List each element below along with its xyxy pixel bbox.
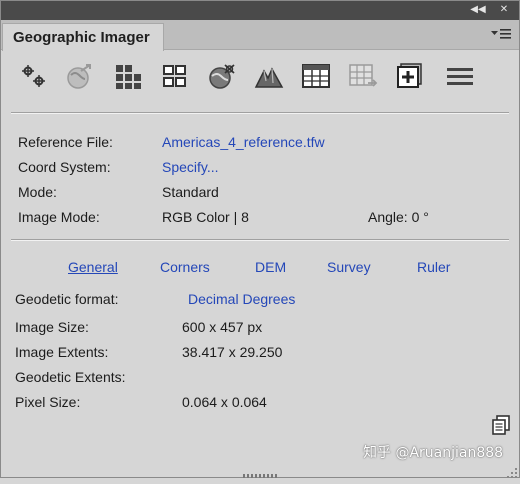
tab-dem[interactable]: DEM xyxy=(255,259,286,275)
geodetic-extents-label: Geodetic Extents: xyxy=(15,369,126,385)
georeference-points-icon[interactable] xyxy=(19,61,49,91)
geodetic-format-link[interactable]: Decimal Degrees xyxy=(188,291,295,307)
image-size-value: 600 x 457 px xyxy=(182,319,263,335)
image-size-label: Image Size: xyxy=(15,319,89,335)
tab-corners[interactable]: Corners xyxy=(160,259,210,275)
image-extents-label: Image Extents: xyxy=(15,344,109,360)
angle-value: Angle: 0 ° xyxy=(368,209,429,225)
watermark-text: 知乎 @Aruanjian888 xyxy=(363,445,504,461)
add-layer-icon[interactable] xyxy=(395,61,425,91)
reproject-globe-icon[interactable] xyxy=(65,61,95,91)
toolbar-divider xyxy=(11,112,509,114)
close-panel-icon[interactable]: ✕ xyxy=(497,3,511,17)
image-mode-label: Image Mode: xyxy=(18,209,100,225)
menu-lines-icon[interactable] xyxy=(445,61,475,91)
image-extents-value: 38.417 x 29.250 xyxy=(182,344,283,360)
globe-transform-icon[interactable] xyxy=(207,61,237,91)
pixel-size-label: Pixel Size: xyxy=(15,394,81,410)
section-divider xyxy=(11,239,509,241)
panel-tab[interactable]: Geographic Imager xyxy=(2,23,164,51)
panel-title: Geographic Imager xyxy=(13,29,150,46)
geographic-imager-panel: ◀◀ ✕ Geographic Imager Reference File: A… xyxy=(0,0,520,478)
panel-menu-icon[interactable] xyxy=(489,26,513,42)
mode-label: Mode: xyxy=(18,184,57,200)
reference-file-label: Reference File: xyxy=(18,134,113,150)
pixel-size-value: 0.064 x 0.064 xyxy=(182,394,267,410)
attribute-table-icon[interactable] xyxy=(301,61,331,91)
tab-ruler[interactable]: Ruler xyxy=(417,259,450,275)
panel-tab-row: Geographic Imager xyxy=(1,20,519,51)
geodetic-format-label: Geodetic format: xyxy=(15,291,119,307)
panel-resize-grip-icon[interactable] xyxy=(241,465,279,478)
tiling-grid-icon[interactable] xyxy=(113,61,143,91)
image-mode-value: RGB Color | 8 xyxy=(162,209,249,225)
mosaic-grid-icon[interactable] xyxy=(160,61,190,91)
terrain-shading-icon[interactable] xyxy=(254,61,284,91)
panel-top-bar: ◀◀ ✕ xyxy=(1,1,519,20)
corner-resize-icon[interactable] xyxy=(506,464,518,478)
tab-survey[interactable]: Survey xyxy=(327,259,371,275)
coord-system-link[interactable]: Specify... xyxy=(162,159,219,175)
collapse-panel-icon[interactable]: ◀◀ xyxy=(469,3,487,17)
export-table-icon[interactable] xyxy=(348,61,378,91)
coord-system-label: Coord System: xyxy=(18,159,111,175)
mode-value: Standard xyxy=(162,184,219,200)
reference-file-link[interactable]: Americas_4_reference.tfw xyxy=(162,134,325,150)
copy-info-icon[interactable] xyxy=(490,414,512,436)
tab-general[interactable]: General xyxy=(68,259,118,275)
toolbar xyxy=(1,61,519,105)
